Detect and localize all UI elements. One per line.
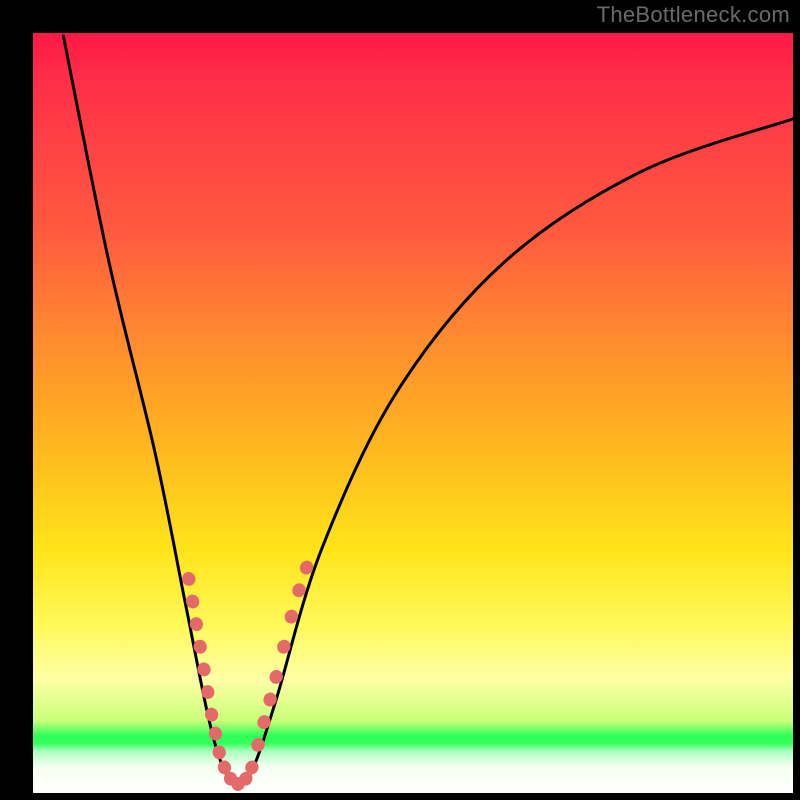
curve-svg bbox=[33, 33, 793, 793]
curve-layer bbox=[63, 36, 793, 786]
curve-marker bbox=[211, 744, 228, 761]
bottleneck-curve bbox=[63, 36, 793, 786]
plot-area bbox=[33, 33, 793, 793]
curve-marker bbox=[261, 690, 279, 708]
watermark-text: TheBottleneck.com bbox=[597, 2, 790, 28]
chart-frame: TheBottleneck.com bbox=[0, 0, 800, 800]
